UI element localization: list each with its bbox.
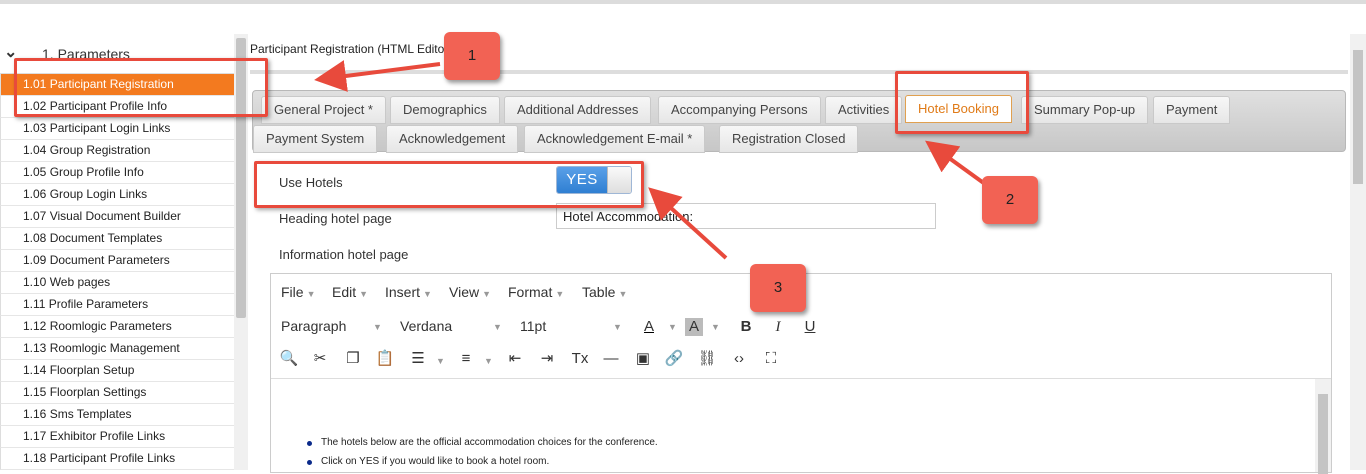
numbered-list-icon[interactable]: ≡ (454, 348, 478, 370)
tab-acknowledgement-email[interactable]: Acknowledgement E-mail * (524, 125, 706, 153)
list-item-text: Click on YES if you would like to book a… (321, 456, 550, 467)
sidebar-item-visual-document-builder[interactable]: 1.07 Visual Document Builder (0, 206, 234, 228)
highlight-box-hotel-tab (895, 71, 1029, 134)
menu-table-label: Table (582, 284, 616, 300)
list-item: Click on YES if you would like to book a… (307, 456, 550, 467)
clear-formatting-icon[interactable]: Tx (568, 348, 592, 370)
menu-insert[interactable]: Insert ▼ (385, 284, 432, 300)
horizontal-line-icon[interactable]: — (599, 348, 623, 370)
cut-icon[interactable]: ✂ (308, 348, 332, 370)
sidebar-item-sms-templates[interactable]: 1.16 Sms Templates (0, 404, 234, 426)
italic-icon[interactable]: I (766, 316, 790, 338)
highlight-box-use-hotels (254, 161, 644, 208)
tab-bar: General Project * Demographics Additiona… (252, 90, 1346, 153)
divider (250, 70, 1348, 74)
font-family-select[interactable]: Verdana (400, 318, 452, 334)
link-icon[interactable]: 🔗 (662, 348, 686, 370)
unlink-icon[interactable]: ⛓ (695, 348, 719, 370)
sidebar-item-web-pages[interactable]: 1.10 Web pages (0, 272, 234, 294)
menu-file[interactable]: File ▼ (281, 284, 315, 300)
chevron-down-icon[interactable]: ▼ (493, 322, 502, 332)
text-color-icon[interactable]: A (637, 316, 661, 338)
menu-insert-label: Insert (385, 284, 421, 300)
sidebar-item-document-templates[interactable]: 1.08 Document Templates (0, 228, 234, 250)
sidebar-item-profile-parameters[interactable]: 1.11 Profile Parameters (0, 294, 234, 316)
chevron-down-icon[interactable]: ▼ (613, 322, 622, 332)
chevron-down-icon[interactable]: ▼ (668, 322, 677, 332)
tab-acknowledgement[interactable]: Acknowledgement (386, 125, 519, 153)
tab-additional-addresses[interactable]: Additional Addresses (504, 96, 652, 124)
chevron-down-icon[interactable]: ▼ (373, 322, 382, 332)
bullet-list-icon[interactable]: ☰ (406, 348, 430, 370)
underline-icon[interactable]: U (798, 316, 822, 338)
list-item: The hotels below are the official accomm… (307, 437, 658, 448)
sidebar-list: 1.01 Participant Registration 1.02 Parti… (0, 74, 234, 470)
tab-activities[interactable]: Activities (825, 96, 903, 124)
tab-payment-system[interactable]: Payment System (253, 125, 378, 153)
tab-accompanying-persons[interactable]: Accompanying Persons (658, 96, 821, 124)
callout-1: 1 (444, 32, 500, 80)
sidebar-item-exhibitor-profile-links[interactable]: 1.17 Exhibitor Profile Links (0, 426, 234, 448)
menu-format-label: Format (508, 284, 553, 300)
sidebar-item-participant-profile-links[interactable]: 1.18 Participant Profile Links (0, 448, 234, 470)
background-color-icon[interactable]: A (685, 318, 703, 336)
highlight-box-sidebar (14, 58, 268, 117)
sidebar-item-floorplan-setup[interactable]: 1.14 Floorplan Setup (0, 360, 234, 382)
outdent-icon[interactable]: ⇤ (503, 348, 527, 370)
chevron-down-icon[interactable]: ▼ (436, 356, 445, 366)
block-format-select[interactable]: Paragraph (281, 318, 346, 334)
menu-format[interactable]: Format ▼ (508, 284, 564, 300)
bold-icon[interactable]: B (734, 316, 758, 338)
menu-edit-label: Edit (332, 284, 357, 300)
menu-view-label: View (449, 284, 480, 300)
sidebar-item-group-registration[interactable]: 1.04 Group Registration (0, 140, 234, 162)
copy-icon[interactable]: ❐ (341, 348, 365, 370)
callout-3: 3 (750, 264, 806, 312)
tab-payment[interactable]: Payment (1153, 96, 1231, 124)
top-bar (0, 0, 1366, 4)
sidebar-item-roomlogic-management[interactable]: 1.13 Roomlogic Management (0, 338, 234, 360)
sidebar-item-group-profile-info[interactable]: 1.05 Group Profile Info (0, 162, 234, 184)
fullscreen-icon[interactable]: ⛶ (759, 348, 783, 370)
main-scrollbar-thumb[interactable] (1353, 50, 1363, 184)
menu-view[interactable]: View ▼ (449, 284, 491, 300)
chevron-down-icon[interactable]: ▼ (484, 356, 493, 366)
chevron-down-icon[interactable]: ▼ (711, 322, 720, 332)
sidebar-item-participant-login-links[interactable]: 1.03 Participant Login Links (0, 118, 234, 140)
find-replace-icon[interactable]: 🔍 (277, 348, 301, 370)
page-title: Participant Registration (HTML Edito (250, 42, 445, 56)
indent-icon[interactable]: ⇥ (535, 348, 559, 370)
menu-table[interactable]: Table ▼ (582, 284, 627, 300)
source-code-icon[interactable]: ‹› (727, 348, 751, 370)
sidebar-item-group-login-links[interactable]: 1.06 Group Login Links (0, 184, 234, 206)
menu-file-label: File (281, 284, 304, 300)
menu-edit[interactable]: Edit ▼ (332, 284, 368, 300)
image-icon[interactable]: ▣ (631, 348, 655, 370)
tab-general-project[interactable]: General Project * (261, 96, 386, 124)
paste-icon[interactable]: 📋 (373, 348, 397, 370)
sidebar-item-roomlogic-parameters[interactable]: 1.12 Roomlogic Parameters (0, 316, 234, 338)
font-size-select[interactable]: 11pt (520, 318, 546, 334)
tab-summary-popup[interactable]: Summary Pop-up (1021, 96, 1149, 124)
tab-demographics[interactable]: Demographics (390, 96, 500, 124)
main-panel: Participant Registration (HTML Edito Gen… (248, 34, 1350, 474)
information-hotel-page-label: Information hotel page (279, 247, 409, 262)
sidebar-item-floorplan-settings[interactable]: 1.15 Floorplan Settings (0, 382, 234, 404)
list-item-text: The hotels below are the official accomm… (321, 437, 658, 448)
heading-hotel-page-label: Heading hotel page (279, 211, 392, 226)
editor-content[interactable]: The hotels below are the official accomm… (271, 378, 1315, 472)
sidebar-item-document-parameters[interactable]: 1.09 Document Parameters (0, 250, 234, 272)
editor-scrollbar-thumb[interactable] (1318, 394, 1328, 474)
tab-registration-closed[interactable]: Registration Closed (719, 125, 859, 153)
callout-2: 2 (982, 176, 1038, 224)
